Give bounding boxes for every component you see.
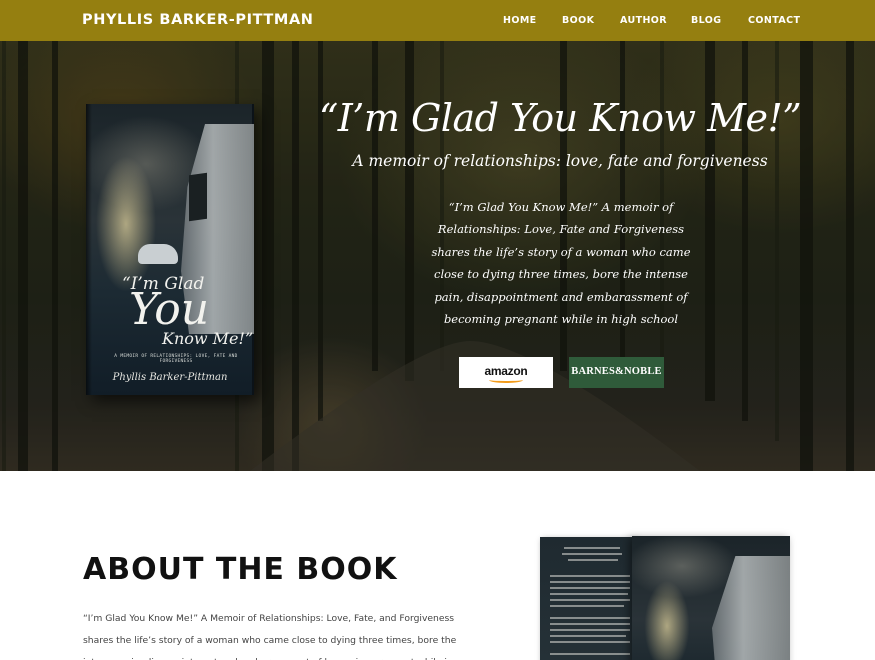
amazon-button[interactable]: amazon: [459, 357, 553, 388]
hero-subtitle: A memoir of relationships: love, fate an…: [352, 152, 768, 170]
amazon-smile-icon: [489, 377, 523, 383]
book-cover-image: “I’m Glad You Know Me!” A MEMOIR OF RELA…: [86, 104, 254, 395]
cover-car-illustration: [138, 244, 178, 264]
barnes-noble-logo-text: BARNES&NOBLE: [571, 366, 662, 377]
amazon-logo-text: amazon: [484, 364, 528, 378]
cover-title-line2: You: [129, 284, 210, 335]
hero-title: “I’m Glad You Know Me!”: [318, 96, 802, 140]
hero-section: “I’m Glad You Know Me!” A MEMOIR OF RELA…: [0, 41, 875, 471]
nav-home[interactable]: HOME: [503, 15, 537, 26]
cover-truck-window: [189, 172, 207, 222]
nav-contact[interactable]: CONTACT: [748, 15, 800, 26]
book-front-cover: [632, 536, 790, 660]
main-nav: HOME BOOK AUTHOR BLOG CONTACT: [0, 15, 875, 29]
barnes-noble-button[interactable]: BARNES&NOBLE: [569, 357, 664, 388]
cover-title-line3: Know Me!”: [162, 329, 254, 348]
hero-description: “I’m Glad You Know Me!” A memoir of Rela…: [431, 200, 691, 327]
nav-book[interactable]: BOOK: [562, 15, 594, 26]
cover-subtitle: A MEMOIR OF RELATIONSHIPS: LOVE, FATE AN…: [114, 354, 238, 364]
book-spine: [86, 104, 92, 395]
cover-author: Phyllis Barker-Pittman: [112, 372, 228, 383]
nav-blog[interactable]: BLOG: [691, 15, 721, 26]
book-back-cover: [540, 537, 636, 660]
about-heading: ABOUT THE BOOK: [83, 552, 398, 587]
about-text: “I’m Glad You Know Me!” A Memoir of Rela…: [83, 613, 457, 660]
nav-author[interactable]: AUTHOR: [620, 15, 667, 26]
about-book-image: [540, 536, 790, 660]
front-cover-truck: [712, 556, 790, 660]
site-header: PHYLLIS BARKER-PITTMAN HOME BOOK AUTHOR …: [0, 0, 875, 41]
